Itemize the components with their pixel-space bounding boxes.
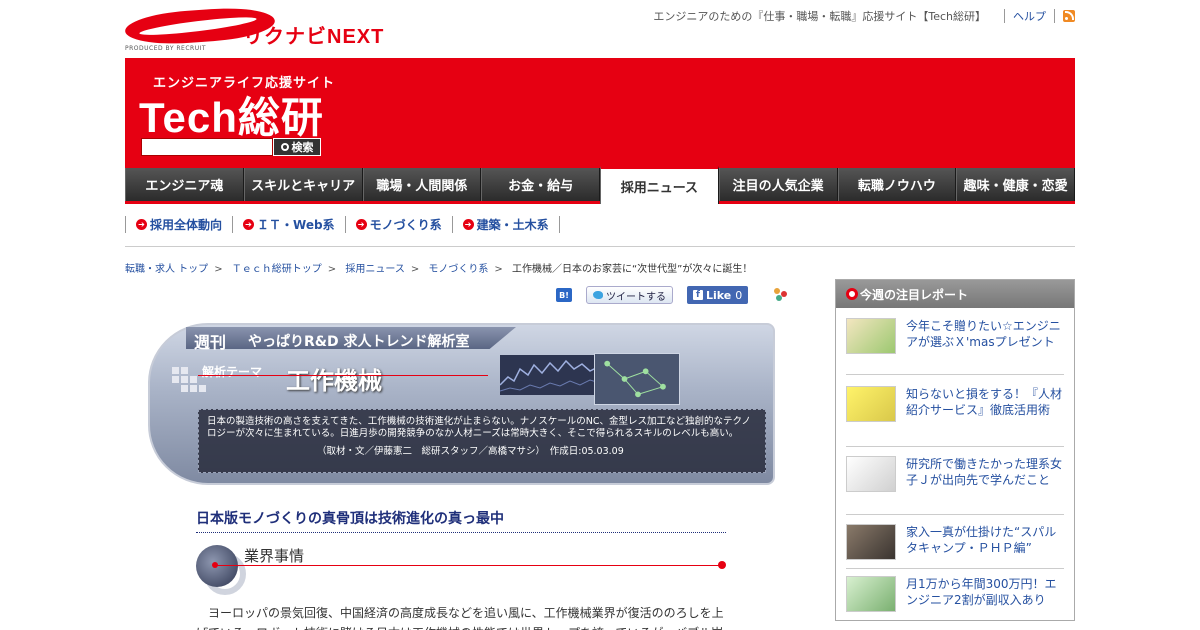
divider xyxy=(125,246,1075,247)
sidebar-header: 今週の注目レポート xyxy=(836,280,1074,308)
sidebar-report-item[interactable]: 今年こそ贈りたい☆エンジニアが選ぶＸ'masプレゼント xyxy=(846,318,1064,354)
article-title: 日本版モノづくりの真骨頂は技術進化の真っ最中 xyxy=(196,508,726,533)
hatena-bookmark-button[interactable]: B! xyxy=(556,288,572,302)
chevron-right-icon: > xyxy=(214,264,223,275)
main-nav: エンジニア魂 スキルとキャリア 職場・人間関係 お金・給与 採用ニュース 注目の… xyxy=(125,166,1075,204)
report-thumbnail xyxy=(846,576,896,612)
facebook-like-button[interactable]: f Like 0 xyxy=(687,286,749,304)
produced-by: PRODUCED BY RECRUIT xyxy=(125,45,207,52)
hero-weekly: 週刊 xyxy=(194,333,227,352)
report-thumbnail xyxy=(846,318,896,354)
hero-graph-image xyxy=(500,355,600,395)
search-button-label: 検索 xyxy=(291,141,314,154)
divider xyxy=(846,374,1064,375)
rss-icon[interactable] xyxy=(1063,10,1075,22)
arrow-right-icon: ➔ xyxy=(136,219,147,230)
section-label: 業界事情 xyxy=(244,547,305,565)
rikunabi-next-logo[interactable]: リクナビNEXT PRODUCED BY RECRUIT xyxy=(124,4,383,54)
search-button[interactable]: 検索 xyxy=(273,138,321,156)
help-link[interactable]: ヘルプ xyxy=(1013,8,1046,24)
report-link[interactable]: 知らないと損をする！『人材紹介サービス』徹底活用術 xyxy=(906,386,1064,422)
top-links: エンジニアのための『仕事・職場・転職』応援サイト【Tech総研】 ヘルプ xyxy=(653,8,1075,24)
report-link[interactable]: 月1万から年間300万円！エンジニア2割が副収入あり xyxy=(906,576,1064,612)
hero-banner: 週刊 やっぱりR&D 求人トレンド解析室 解析テーマ 工作機械 日本の製造技術の… xyxy=(148,323,775,485)
nav-item-hobby-health[interactable]: 趣味・健康・恋愛 xyxy=(956,168,1075,201)
search-input[interactable] xyxy=(141,138,273,156)
report-link[interactable]: 今年こそ贈りたい☆エンジニアが選ぶＸ'masプレゼント xyxy=(906,318,1064,354)
tweet-label: ツイートする xyxy=(606,291,666,303)
hero-network-image xyxy=(594,353,680,405)
nav-item-popular-companies[interactable]: 注目の人気企業 xyxy=(718,168,838,201)
site-tagline: エンジニアのための『仕事・職場・転職』応援サイト【Tech総研】 xyxy=(653,10,986,23)
tweet-button[interactable]: ツイートする xyxy=(586,286,673,304)
sidebar-title: 今週の注目レポート xyxy=(860,287,969,302)
subnav-item-construction[interactable]: ➔ 建築・土木系 xyxy=(451,216,560,233)
site-banner: エンジニアライフ応援サイト Tech総研 検索 xyxy=(125,58,1075,168)
nav-item-skill-career[interactable]: スキルとキャリア xyxy=(243,168,363,201)
subnav-label: モノづくり系 xyxy=(369,218,442,232)
section-heading: 業界事情 xyxy=(196,543,726,595)
hero-description-box: 日本の製造技術の高さを支えてきた、工作機械の技術進化が止まらない。ナノスケールの… xyxy=(198,409,766,473)
arrow-right-icon: ➔ xyxy=(355,219,367,230)
article-body: ヨーロッパの景気回復、中国経済の高度成長などを追い風に、工作機械業界が復活ののろ… xyxy=(196,606,724,630)
social-buttons: B! ツイートする f Like 0 xyxy=(556,286,788,304)
subnav-label: 建築・土木系 xyxy=(476,218,549,232)
sidebar-report-item[interactable]: 家入一真が仕掛けた“スパルタキャンプ・ＰＨＰ編” xyxy=(846,524,1064,560)
hero-series-title: やっぱりR&D 求人トレンド解析室 xyxy=(248,334,470,350)
report-link[interactable]: 研究所で働きたかった理系女子Ｊが出向先で学んだこと xyxy=(906,456,1064,492)
sidebar-report-item[interactable]: 月1万から年間300万円！エンジニア2割が副収入あり xyxy=(846,576,1064,612)
breadcrumb-item[interactable]: モノづくり系 xyxy=(428,264,488,275)
site-title[interactable]: Tech総研 xyxy=(139,84,324,145)
divider xyxy=(846,568,1064,569)
nav-item-recruit-news[interactable]: 採用ニュース xyxy=(600,166,719,204)
chevron-right-icon: > xyxy=(327,264,337,275)
report-link[interactable]: 家入一真が仕掛けた“スパルタキャンプ・ＰＨＰ編” xyxy=(906,524,1064,560)
report-thumbnail xyxy=(846,386,896,422)
arrow-right-icon: ➔ xyxy=(243,219,255,230)
twitter-bird-icon xyxy=(593,291,603,299)
divider xyxy=(1004,9,1005,23)
arrow-right-icon: ➔ xyxy=(462,219,474,230)
hero-credit: （取材・文／伊藤憲二 総研スタッフ／高橋マサシ） 作成日:05.03.09 xyxy=(317,446,624,457)
subnav-item-manufacturing[interactable]: ➔ モノづくり系 xyxy=(344,216,452,233)
nav-item-engineer-spirit[interactable]: エンジニア魂 xyxy=(125,168,244,201)
hero-theme-label: 解析テーマ xyxy=(202,365,263,379)
breadcrumb-item[interactable]: Ｔｅｃｈ総研トップ xyxy=(232,264,322,275)
nav-item-job-change[interactable]: 転職ノウハウ xyxy=(837,168,957,201)
breadcrumb-current: 工作機械／日本のお家芸に“次世代型”が次々に誕生！ xyxy=(512,264,753,275)
like-count: 0 xyxy=(735,288,743,302)
logo-text: リクナビNEXT xyxy=(243,26,385,48)
nav-item-salary[interactable]: お金・給与 xyxy=(481,168,600,201)
hero-description: 日本の製造技術の高さを支えてきた、工作機械の技術進化が止まらない。ナノスケールの… xyxy=(207,416,751,439)
sidebar-report-item[interactable]: 知らないと損をする！『人材紹介サービス』徹底活用術 xyxy=(846,386,1064,422)
subnav-label: ＩＴ・Web系 xyxy=(257,218,335,232)
subnav-item-it-web[interactable]: ➔ ＩＴ・Web系 xyxy=(232,216,345,233)
like-label: Like xyxy=(706,288,732,302)
sidebar-report-item[interactable]: 研究所で働きたかった理系女子Ｊが出向先で学んだこと xyxy=(846,456,1064,492)
chevron-right-icon: > xyxy=(410,264,420,275)
breadcrumb: 転職・求人 トップ > Ｔｅｃｈ総研トップ > 採用ニュース > モノづくり系 > 工作… xyxy=(125,260,752,275)
share-icon[interactable] xyxy=(774,288,788,302)
facebook-icon: f xyxy=(693,290,703,300)
weekly-report-sidebar: 今週の注目レポート 今年こそ贈りたい☆エンジニアが選ぶＸ'masプレゼント 知ら… xyxy=(835,279,1075,621)
breadcrumb-item[interactable]: 採用ニュース xyxy=(345,264,405,275)
divider xyxy=(846,446,1064,447)
report-thumbnail xyxy=(846,456,896,492)
nav-item-workplace[interactable]: 職場・人間関係 xyxy=(362,168,482,201)
search-icon xyxy=(280,143,289,151)
breadcrumb-item[interactable]: 転職・求人 トップ xyxy=(125,264,208,275)
subnav-item-all[interactable]: ➔ 採用全体動向 xyxy=(125,216,232,233)
sub-nav: ➔ 採用全体動向 ➔ ＩＴ・Web系 ➔ モノづくり系 ➔ 建築・土木系 xyxy=(125,216,560,233)
report-thumbnail xyxy=(846,524,896,560)
section-dot xyxy=(212,562,218,568)
divider xyxy=(846,514,1064,515)
chevron-right-icon: > xyxy=(494,264,503,275)
subnav-label: 採用全体動向 xyxy=(150,218,223,232)
section-dot xyxy=(718,561,726,569)
ring-icon xyxy=(846,288,858,300)
hero-theme: 工作機械 xyxy=(286,367,382,395)
divider xyxy=(1054,9,1055,23)
hero-accent-line xyxy=(198,375,488,376)
